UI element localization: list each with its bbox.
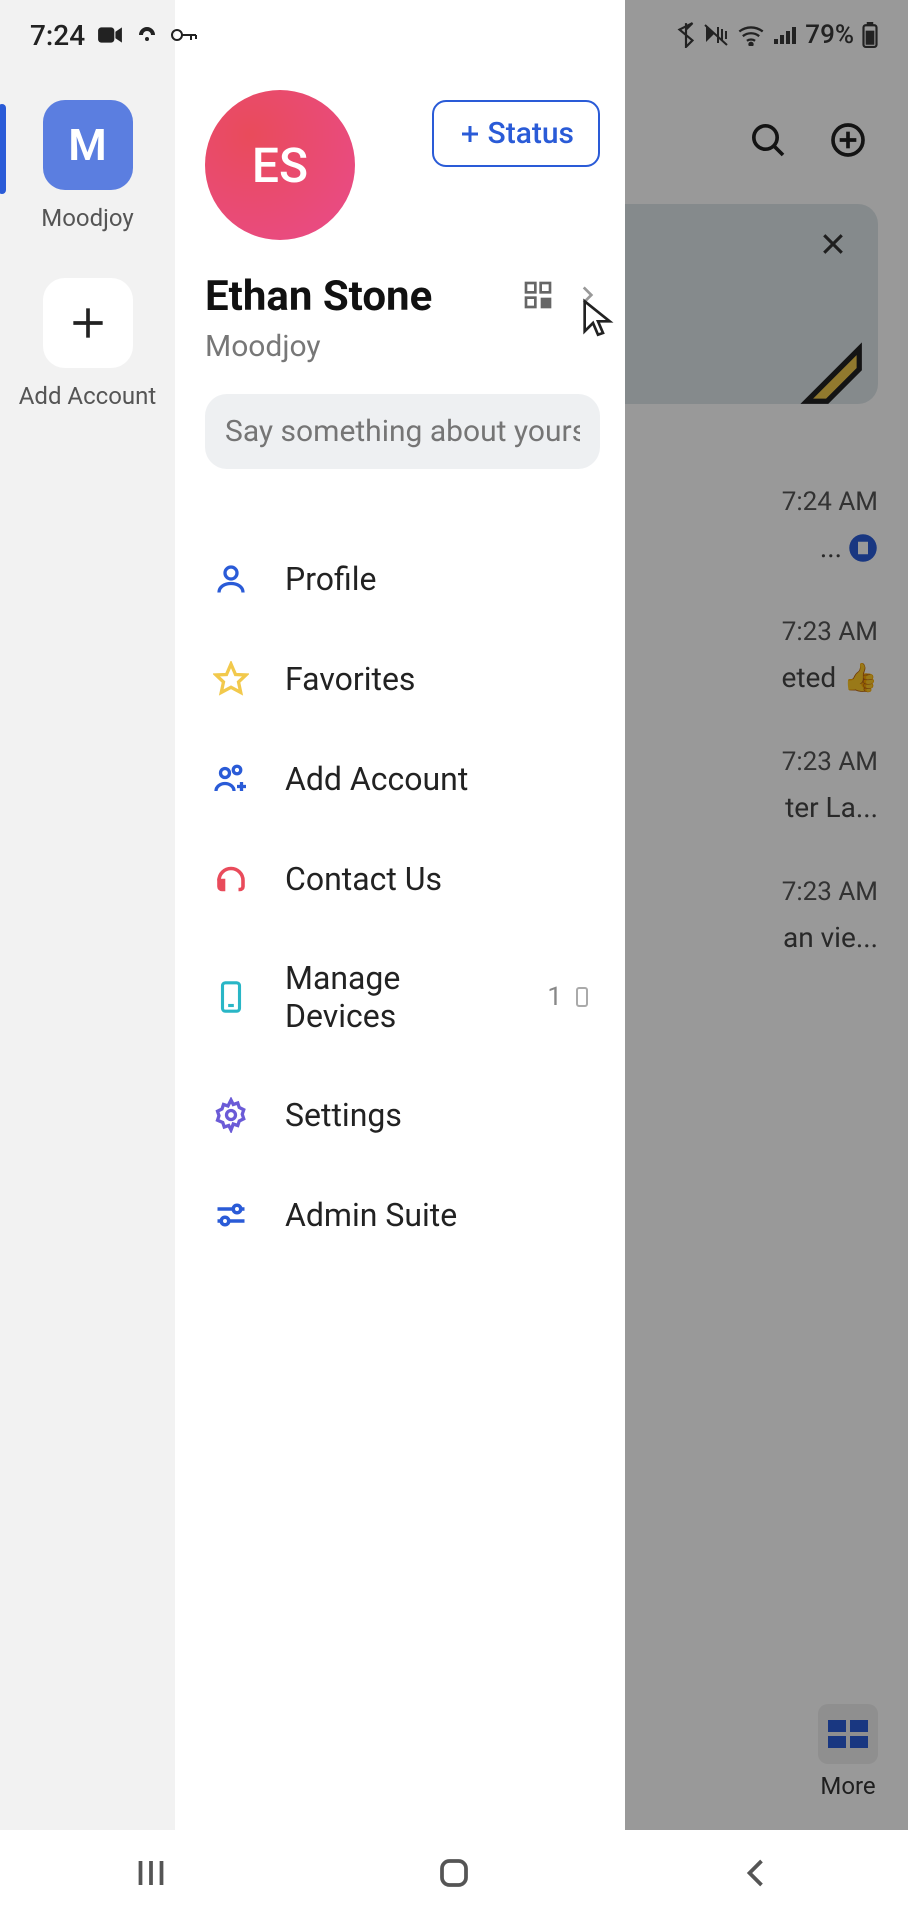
menu-item-manage-devices[interactable]: Manage Devices 1 xyxy=(205,929,600,1065)
menu-item-profile[interactable]: Profile xyxy=(205,529,600,629)
menu-item-admin-suite[interactable]: Admin Suite xyxy=(205,1165,600,1265)
camera-icon xyxy=(97,25,123,45)
status-button-label: Status xyxy=(488,116,574,151)
key-icon xyxy=(171,27,197,43)
wifi-icon xyxy=(737,24,765,46)
more-tab[interactable]: More xyxy=(818,1704,878,1800)
gear-icon xyxy=(211,1095,251,1135)
menu-label: Settings xyxy=(285,1096,594,1134)
account-rail: M Moodjoy Add Account xyxy=(0,0,175,1830)
close-icon[interactable] xyxy=(818,229,848,263)
profile-drawer: ES Status Ethan Stone Moodjoy xyxy=(175,0,625,1830)
menu-label: Add Account xyxy=(285,760,594,798)
bluetooth-icon xyxy=(677,22,695,48)
menu-item-contact-us[interactable]: Contact Us xyxy=(205,829,600,929)
back-button[interactable] xyxy=(739,1855,775,1895)
signal-icon xyxy=(773,25,797,45)
avatar-initials: ES xyxy=(252,137,308,194)
device-count: 1 xyxy=(547,982,594,1012)
system-nav-bar xyxy=(0,1830,908,1920)
recent-apps-button[interactable] xyxy=(133,1855,169,1895)
chat-time: 7:24 AM xyxy=(782,487,878,517)
active-indicator xyxy=(0,104,6,194)
menu-label: Contact Us xyxy=(285,860,594,898)
chat-excerpt: an vie... xyxy=(783,921,878,954)
menu-label: Profile xyxy=(285,560,594,598)
qr-code-icon[interactable] xyxy=(522,279,554,315)
menu-item-favorites[interactable]: Favorites xyxy=(205,629,600,729)
add-account-item[interactable]: Add Account xyxy=(0,278,175,410)
menu: Profile Favorites Add Account Contact Us xyxy=(205,529,600,1265)
chat-excerpt: ... xyxy=(820,531,878,564)
hotspot-icon xyxy=(135,25,159,45)
more-icon xyxy=(818,1704,878,1764)
status-time: 7:24 xyxy=(30,19,85,52)
star-icon xyxy=(211,659,251,699)
home-button[interactable] xyxy=(436,1855,472,1895)
chat-time: 7:23 AM xyxy=(782,747,878,777)
menu-item-settings[interactable]: Settings xyxy=(205,1065,600,1165)
menu-item-add-account[interactable]: Add Account xyxy=(205,729,600,829)
bio-input[interactable] xyxy=(205,394,600,469)
status-button[interactable]: Status xyxy=(432,100,600,167)
add-account-label: Add Account xyxy=(0,382,175,410)
vibrate-icon xyxy=(703,23,729,47)
account-letter: M xyxy=(68,119,107,171)
device-icon xyxy=(211,977,251,1017)
sliders-icon xyxy=(211,1195,251,1235)
menu-label: Favorites xyxy=(285,660,594,698)
chat-time: 7:23 AM xyxy=(782,617,878,647)
status-bar: 7:24 79% xyxy=(0,0,908,70)
add-icon[interactable] xyxy=(828,120,868,164)
chat-time: 7:23 AM xyxy=(782,877,878,907)
more-label: More xyxy=(818,1772,878,1800)
headset-icon xyxy=(211,859,251,899)
search-icon[interactable] xyxy=(748,120,788,164)
menu-label: Manage Devices xyxy=(285,959,513,1035)
chevron-right-icon[interactable] xyxy=(574,282,600,312)
account-item-moodjoy[interactable]: M Moodjoy xyxy=(0,100,175,232)
battery-icon xyxy=(862,22,878,48)
add-account-icon xyxy=(211,759,251,799)
add-account-tile xyxy=(43,278,133,368)
account-label: Moodjoy xyxy=(0,204,175,232)
org-name: Moodjoy xyxy=(205,329,600,364)
profile-icon xyxy=(211,559,251,599)
menu-label: Admin Suite xyxy=(285,1196,594,1234)
user-name: Ethan Stone xyxy=(205,272,432,321)
chat-excerpt: ter La... xyxy=(785,791,878,824)
avatar[interactable]: ES xyxy=(205,90,355,240)
account-tile: M xyxy=(43,100,133,190)
chat-excerpt: eted 👍 xyxy=(782,661,878,694)
battery-percent: 79% xyxy=(805,20,854,50)
